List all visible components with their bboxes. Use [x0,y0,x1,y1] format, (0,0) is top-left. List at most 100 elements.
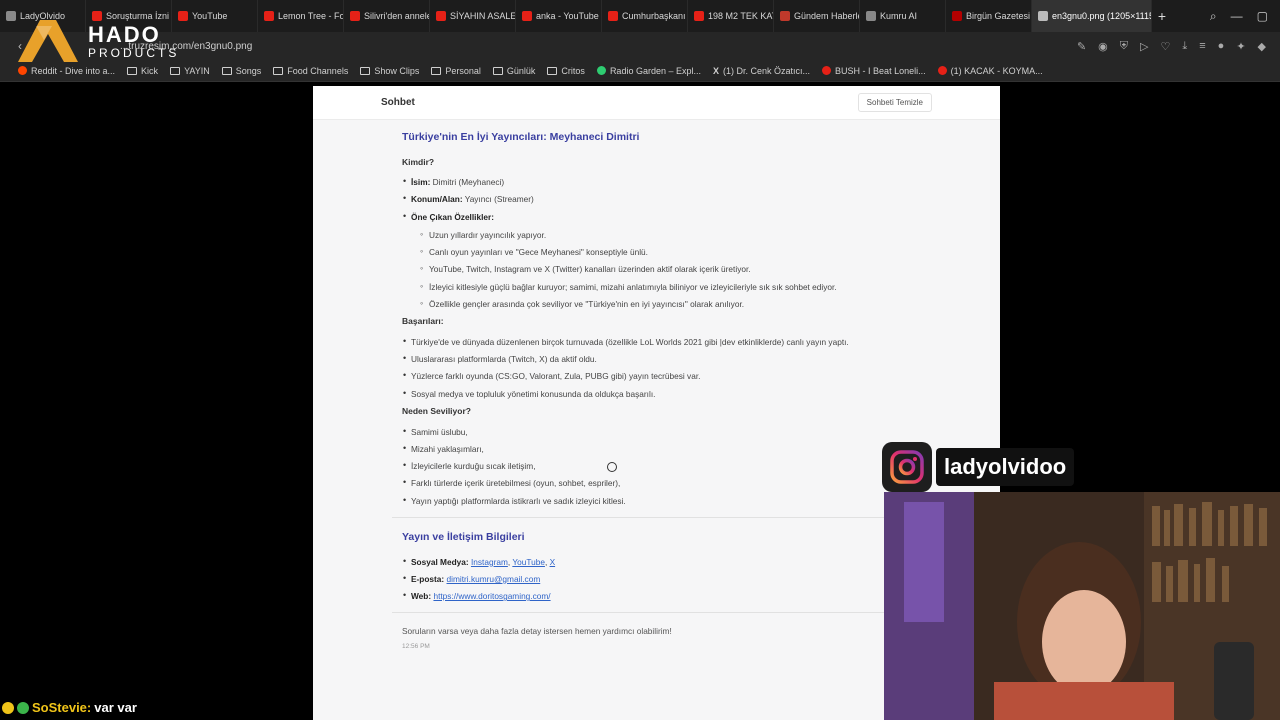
tab-label: Gündem Haberle [794,11,860,21]
browser-tab[interactable]: Lemon Tree - Foo [258,0,344,32]
profile-avatar[interactable]: ● [1218,40,1225,53]
bookmark-item[interactable]: (1) KACAK - KOYMA... [937,66,1043,76]
bookmark-item[interactable]: Günlük [492,65,536,76]
bookmark-item[interactable]: Food Channels [273,66,348,76]
bookmark-item[interactable]: Radio Garden – Expl... [596,66,701,76]
contact-list: Sosyal Medya: Instagram, YouTube, X E-po… [403,556,913,602]
folder-icon [492,66,503,75]
browser-tab[interactable]: Gündem Haberle [774,0,860,32]
browser-tab[interactable]: en3gnu0.png (1205×1115 [1032,0,1152,32]
folder-icon [360,66,371,75]
folder-icon [170,66,181,75]
web-key: Web: [411,591,432,602]
bookmarks-bar: Reddit - Dive into a... Kick YAYIN Songs Foo… [0,60,1280,82]
play-icon[interactable]: ▷ [1140,40,1148,53]
search-tabs-icon[interactable]: ⌕ [1210,9,1217,24]
browser-tab[interactable]: Silivri'den annele [344,0,430,32]
shield-icon[interactable]: ⛨ [1120,40,1128,53]
browser-tab[interactable]: SİYAHIN ASALETİ [430,0,516,32]
bookmark-item[interactable]: Kick [127,66,158,76]
bookmark-label: YAYIN [184,65,210,76]
chat-overlay-line: SoStevie: var var [2,700,137,715]
bookmark-label: Günlük [506,65,536,76]
maximize-icon[interactable]: ▢ [1257,9,1268,24]
page-title: Sohbet [381,97,415,108]
success-list: Türkiye'de ve dünyada düzenlenen birçok … [403,337,913,398]
folder-icon [127,66,138,75]
why-heading: Neden Seviliyor? [402,406,471,417]
tab-favicon-icon [608,11,618,21]
bookmark-item[interactable]: Songs [221,65,262,76]
instagram-icon [882,442,932,492]
tab-favicon-icon [1038,11,1048,21]
browser-tab[interactable]: anka - YouTube [516,0,602,32]
bookmark-label: (1) Dr. Cenk Özatıcı... [723,65,811,76]
tab-favicon-icon [694,11,704,21]
list-item: E-posta: dimitri.kumru@gmail.com [403,574,913,584]
browser-tab[interactable]: Birgün Gazetesi | [946,0,1032,32]
download-icon[interactable]: ⤓ [1182,40,1187,53]
bookmark-item[interactable]: Show Clips [360,66,419,76]
bookmark-item[interactable]: BUSH - I Beat Loneli... [822,66,926,76]
minimize-icon[interactable]: — [1231,9,1243,24]
brave-shield-icon[interactable]: ◆ [1258,40,1266,53]
new-tab-button[interactable]: + [1152,8,1172,24]
window-controls: ⌕ — ▢ [1210,9,1280,24]
bookmark-item[interactable]: YAYIN [170,66,210,76]
extension-icon[interactable]: ✦ [1236,40,1245,53]
list-item: İsim: Dimitri (Meyhaneci) [403,177,913,187]
tab-favicon-icon [350,11,360,21]
list-item: Mizahi yaklaşımları, [403,444,913,453]
tab-label: Cumhurbaşkanı E [622,11,688,21]
list-item: Sosyal medya ve topluluk yönetimi konusu… [403,389,913,398]
folder-icon [431,66,442,75]
menu-icon[interactable]: ≡ [1199,40,1205,53]
bookmark-label: Food Channels [287,65,349,76]
camera-icon[interactable]: ◉ [1098,40,1108,53]
who-heading: Kimdir? [402,156,435,167]
instagram-handle: ladyolvidoo [936,448,1075,486]
reasons-list: Samimi üslubu, Mizahi yaklaşımları, İzleyi… [403,427,913,506]
email-link[interactable]: dimitri.kumru@gmail.com [447,574,541,584]
social-key: Sosyal Medya: [411,556,469,567]
tab-label: SİYAHIN ASALETİ [450,11,516,21]
folder-icon [221,66,232,75]
bookmark-item[interactable]: X (1) Dr. Cenk Özatıcı... [713,66,810,76]
logo-title: HADO [88,22,161,47]
x-link[interactable]: X [550,557,556,567]
instagram-link[interactable]: Instagram [471,557,508,567]
bookmark-item[interactable]: Critos [547,66,585,76]
browser-tab[interactable]: 198 M2 TEK KAT [688,0,774,32]
name-key: İsim: [411,177,431,187]
webcam-image [884,492,1280,720]
clear-chat-button[interactable]: Sohbeti Temizle [857,93,932,112]
list-item: Özellikle gençler arasında çok seviliyor… [420,299,913,308]
tab-favicon-icon [780,11,790,21]
bookmark-item[interactable]: Personal [431,66,481,76]
bookmark-label: Reddit - Dive into a... [31,65,116,76]
edit-icon[interactable]: ✎ [1077,40,1086,53]
browser-tab[interactable]: Cumhurbaşkanı E [602,0,688,32]
bookmark-label: Kick [141,65,159,76]
features-list: Uzun yıllardır yayıncılık yapıyor. Canlı … [420,230,913,309]
bookmark-item[interactable]: Reddit - Dive into a... [18,66,115,76]
bookmark-label: Songs [235,65,262,76]
tab-favicon-icon [866,11,876,21]
tab-favicon-icon [952,11,962,21]
website-link[interactable]: https://www.doritosgaming.com/ [433,591,550,601]
site-favicon-icon [596,66,606,75]
bookmark-label: Personal [445,65,481,76]
closing-text: Soruların varsa veya daha fazla detay is… [402,626,672,637]
heart-icon[interactable]: ♡ [1160,40,1170,53]
site-favicon-icon [937,66,947,75]
tab-label: Kumru AI [880,11,918,21]
hado-logo: HADO PRODUCTS [14,18,194,62]
browser-tab[interactable]: Kumru AI [860,0,946,32]
crown-badge-icon [2,701,14,714]
contact-heading: Yayın ve İletişim Bilgileri [402,531,525,544]
hado-logo-icon [18,20,78,62]
folder-icon [273,66,284,75]
features-key: Öne Çıkan Özellikler: [411,211,494,222]
profile-list: İsim: Dimitri (Meyhaneci) Konum/Alan: Ya… [403,177,913,309]
youtube-link[interactable]: YouTube [512,557,545,567]
